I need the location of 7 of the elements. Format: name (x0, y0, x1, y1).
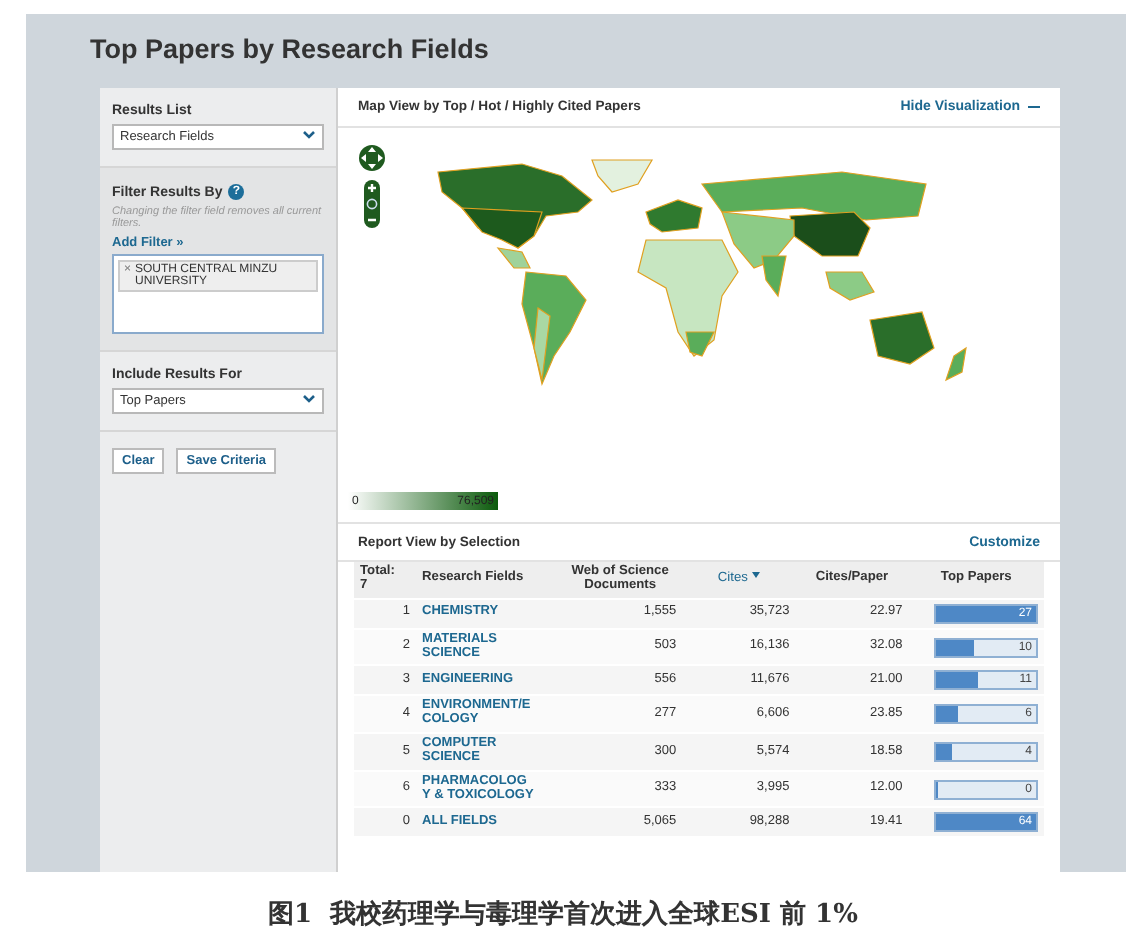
minus-icon (1028, 105, 1040, 109)
page-title: Top Papers by Research Fields (88, 32, 491, 68)
caret-icon (302, 393, 316, 408)
zoom-control-icon[interactable] (364, 180, 380, 228)
caret-icon (302, 130, 316, 144)
figure-caption: 图1 我校药理学与毒理学首次进入全球ESI 前 1% (266, 897, 860, 932)
pan-control-icon[interactable] (358, 144, 386, 176)
